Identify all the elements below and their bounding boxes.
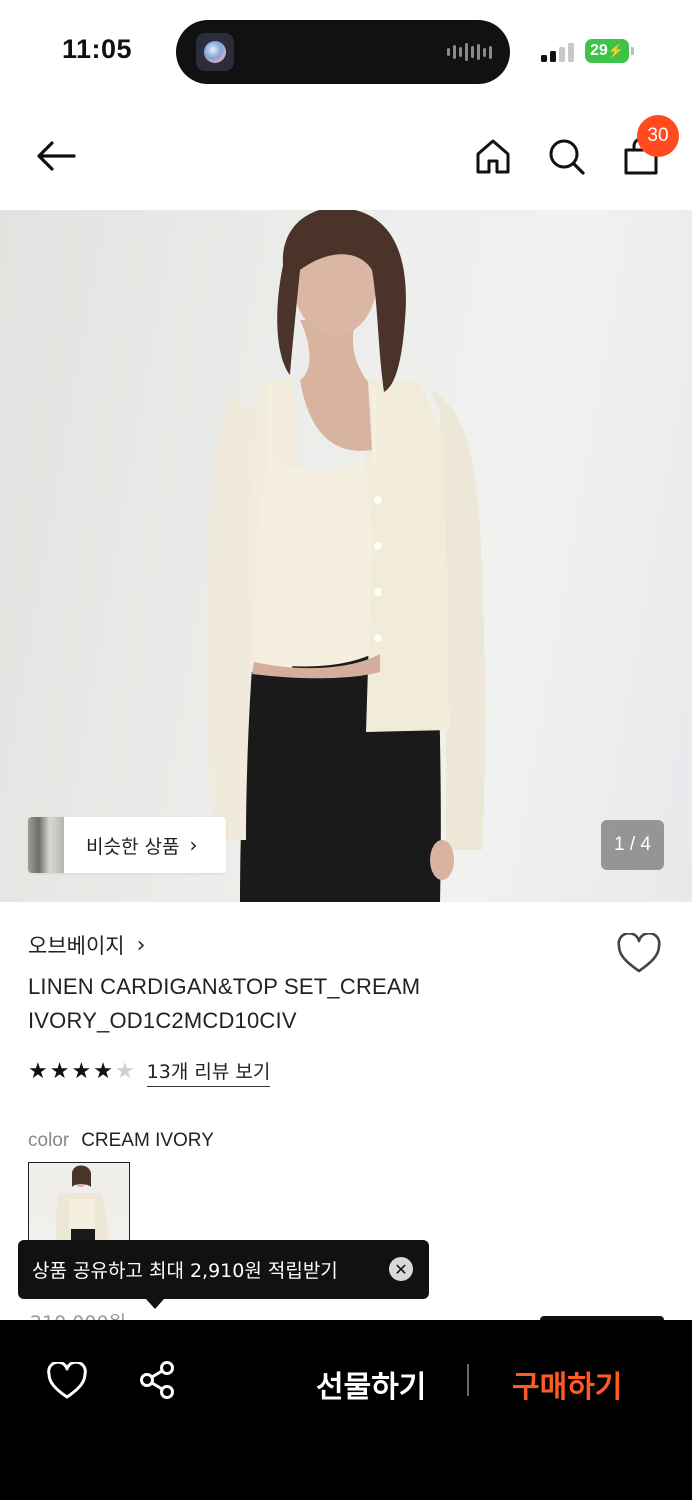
rating-stars: ★ ★ ★ ★ ★ bbox=[28, 1059, 135, 1085]
close-icon[interactable]: ✕ bbox=[389, 1257, 413, 1281]
product-image-gallery[interactable]: 비슷한 상품 › 1 / 4 bbox=[0, 210, 692, 902]
status-bar: 11:05 29 ⚡ bbox=[0, 0, 692, 100]
status-time: 11:05 bbox=[62, 34, 133, 64]
wishlist-heart-icon[interactable] bbox=[46, 1362, 88, 1400]
share-icon[interactable] bbox=[138, 1360, 176, 1400]
search-icon[interactable] bbox=[546, 136, 586, 176]
product-photo bbox=[205, 210, 485, 902]
home-icon[interactable] bbox=[473, 136, 513, 176]
share-reward-tooltip: 상품 공유하고 최대 2,910원 적립받기 ✕ bbox=[18, 1240, 429, 1309]
chevron-right-icon: › bbox=[189, 833, 198, 857]
gift-button[interactable]: 선물하기 bbox=[316, 1362, 426, 1406]
star-filled-icon: ★ bbox=[49, 1059, 70, 1084]
star-filled-icon: ★ bbox=[93, 1059, 113, 1084]
color-option-row: color CREAM IVORY bbox=[28, 1130, 214, 1152]
product-name-line-2: IVORY_OD1C2MCD10CIV bbox=[28, 1008, 297, 1033]
star-filled-icon: ★ bbox=[28, 1059, 48, 1084]
tooltip-text: 상품 공유하고 최대 2,910원 적립받기 bbox=[32, 1260, 338, 1282]
back-arrow-icon[interactable] bbox=[34, 136, 78, 176]
battery-icon: 29 ⚡ bbox=[585, 39, 634, 63]
color-value: CREAM IVORY bbox=[81, 1130, 214, 1151]
color-swatch-cream-ivory[interactable] bbox=[28, 1162, 130, 1252]
chevron-right-icon: › bbox=[136, 932, 146, 958]
live-activity-app-icon bbox=[196, 33, 234, 71]
audio-wave-icon bbox=[447, 42, 492, 62]
brand-name: 오브베이지 bbox=[28, 934, 125, 958]
wishlist-heart-icon[interactable] bbox=[616, 933, 662, 975]
brand-link[interactable]: 오브베이지 › bbox=[28, 930, 145, 960]
divider bbox=[467, 1364, 469, 1396]
color-label: color bbox=[28, 1130, 70, 1151]
product-name: LINEN CARDIGAN&TOP SET_CREAM IVORY_OD1C2… bbox=[28, 970, 468, 1038]
similar-product-thumbnail bbox=[28, 817, 64, 873]
similar-products-button[interactable]: 비슷한 상품 › bbox=[28, 817, 226, 873]
top-nav: 30 bbox=[0, 100, 692, 210]
buy-button[interactable]: 구매하기 bbox=[512, 1362, 622, 1406]
bottom-action-bar: 선물하기 구매하기 bbox=[0, 1320, 692, 1500]
dynamic-island bbox=[176, 20, 510, 84]
image-pager: 1 / 4 bbox=[601, 820, 664, 870]
battery-level: 29 bbox=[590, 42, 608, 59]
cellular-signal-icon bbox=[541, 40, 574, 62]
cart-count-badge: 30 bbox=[637, 115, 679, 157]
product-name-line-1: LINEN CARDIGAN&TOP SET_CREAM bbox=[28, 974, 421, 999]
star-filled-icon: ★ bbox=[71, 1059, 92, 1084]
similar-products-label: 비슷한 상품 bbox=[86, 835, 180, 858]
star-empty-icon: ★ bbox=[114, 1059, 135, 1084]
product-rating: ★ ★ ★ ★ ★ 13개 리뷰 보기 bbox=[28, 1057, 271, 1087]
reviews-link[interactable]: 13개 리뷰 보기 bbox=[146, 1057, 271, 1087]
